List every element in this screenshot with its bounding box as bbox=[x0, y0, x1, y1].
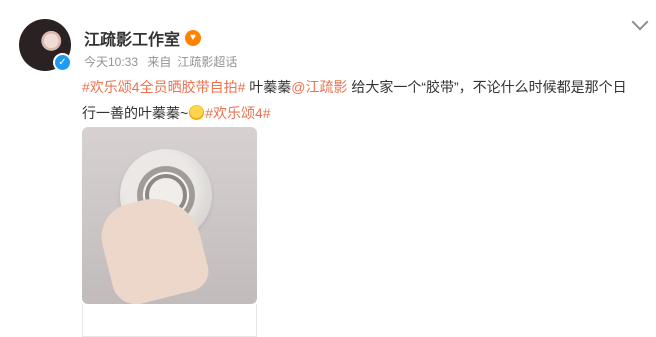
heart-eyes-icon: ♥ bbox=[185, 30, 202, 46]
mention-link[interactable]: @江疏影 bbox=[291, 79, 347, 95]
post-text-segment: 叶蓁蓁 bbox=[245, 79, 292, 95]
post-image[interactable] bbox=[82, 127, 257, 304]
verified-icon: ✓ bbox=[53, 53, 72, 72]
hashtag-link[interactable]: #欢乐颂4# bbox=[205, 105, 270, 121]
post-text: #欢乐颂4全员晒胶带自拍# 叶蓁蓁@江疏影 给大家一个“胶带”，不论什么时候都是… bbox=[82, 74, 638, 126]
author-name-row: 江疏影工作室 ♥ bbox=[84, 26, 202, 50]
smile-icon bbox=[189, 105, 205, 120]
source-prefix: 来自 bbox=[147, 55, 172, 69]
post-time[interactable]: 今天10:33 bbox=[84, 55, 138, 69]
source-link[interactable]: 江疏影超话 bbox=[177, 55, 237, 69]
post-meta: 今天10:33 来自 江疏影超话 bbox=[84, 53, 243, 70]
avatar[interactable]: ✓ bbox=[19, 19, 72, 72]
chevron-down-icon[interactable] bbox=[631, 13, 649, 31]
author-name[interactable]: 江疏影工作室 bbox=[84, 26, 180, 50]
image-footer bbox=[82, 304, 257, 337]
hashtag-link[interactable]: #欢乐颂4全员晒胶带自拍# bbox=[82, 79, 245, 95]
